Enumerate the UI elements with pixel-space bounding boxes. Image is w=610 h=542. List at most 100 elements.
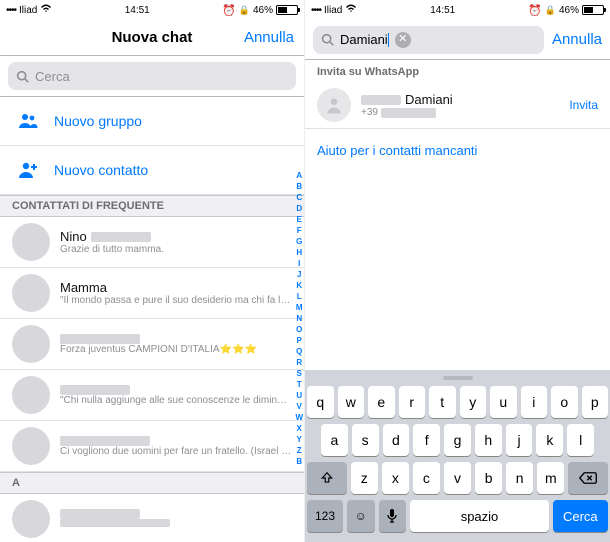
index-letter[interactable]: J bbox=[295, 269, 303, 280]
cancel-button[interactable]: Annulla bbox=[244, 29, 294, 46]
index-letter[interactable]: Y bbox=[295, 434, 303, 445]
key-z[interactable]: z bbox=[351, 462, 378, 494]
help-link[interactable]: Aiuto per i contatti mancanti bbox=[305, 129, 610, 172]
redacted bbox=[361, 95, 401, 105]
key-b[interactable]: b bbox=[475, 462, 502, 494]
key-n[interactable]: n bbox=[506, 462, 533, 494]
numbers-key[interactable]: 123 bbox=[307, 500, 343, 532]
index-letter[interactable]: F bbox=[295, 225, 303, 236]
redacted bbox=[60, 334, 140, 344]
wifi-icon bbox=[345, 4, 357, 16]
key-v[interactable]: v bbox=[444, 462, 471, 494]
index-letter[interactable]: Z bbox=[295, 445, 303, 456]
new-contact-row[interactable]: Nuovo contatto bbox=[0, 146, 304, 195]
key-q[interactable]: q bbox=[307, 386, 334, 418]
index-letter[interactable]: E bbox=[295, 214, 303, 225]
emoji-key[interactable]: ☺ bbox=[347, 500, 375, 532]
index-letter[interactable]: T bbox=[295, 379, 303, 390]
index-letter[interactable]: O bbox=[295, 324, 303, 335]
key-e[interactable]: e bbox=[368, 386, 395, 418]
clock: 14:51 bbox=[125, 5, 150, 16]
index-letter[interactable]: U bbox=[295, 390, 303, 401]
index-letter[interactable]: B bbox=[295, 456, 303, 467]
index-letter[interactable]: D bbox=[295, 203, 303, 214]
signal-dots: •••• bbox=[311, 5, 321, 16]
key-g[interactable]: g bbox=[444, 424, 471, 456]
index-letter[interactable]: G bbox=[295, 236, 303, 247]
status-bar: •••• Iliad 14:51 ⏰ 🔒 46% bbox=[305, 0, 610, 20]
contact-row[interactable]: "Chi nulla aggiunge alle sue conoscenze … bbox=[0, 370, 304, 421]
index-letter[interactable]: L bbox=[295, 291, 303, 302]
index-letter[interactable]: X bbox=[295, 423, 303, 434]
index-letter[interactable]: S bbox=[295, 368, 303, 379]
key-d[interactable]: d bbox=[383, 424, 410, 456]
battery-icon bbox=[582, 5, 604, 15]
frequent-header: CONTATTATI DI FREQUENTE bbox=[0, 195, 304, 217]
redacted bbox=[60, 436, 150, 446]
new-group-row[interactable]: Nuovo gruppo bbox=[0, 97, 304, 146]
key-c[interactable]: c bbox=[413, 462, 440, 494]
invite-row[interactable]: Damiani +39 Invita bbox=[305, 82, 610, 129]
key-j[interactable]: j bbox=[506, 424, 533, 456]
result-surname: Damiani bbox=[405, 92, 453, 107]
avatar bbox=[12, 274, 50, 312]
key-m[interactable]: m bbox=[537, 462, 564, 494]
invite-button[interactable]: Invita bbox=[569, 98, 598, 112]
key-a[interactable]: a bbox=[321, 424, 348, 456]
index-letter[interactable]: M bbox=[295, 302, 303, 313]
key-x[interactable]: x bbox=[382, 462, 409, 494]
key-t[interactable]: t bbox=[429, 386, 456, 418]
contact-row[interactable]: Ci vogliono due uomini per fare un frate… bbox=[0, 421, 304, 472]
key-w[interactable]: w bbox=[338, 386, 365, 418]
redacted bbox=[60, 385, 130, 395]
key-y[interactable]: y bbox=[460, 386, 487, 418]
key-l[interactable]: l bbox=[567, 424, 594, 456]
carrier-label: Iliad bbox=[19, 5, 37, 16]
new-contact-label: Nuovo contatto bbox=[54, 162, 148, 178]
key-r[interactable]: r bbox=[399, 386, 426, 418]
index-letter[interactable]: H bbox=[295, 247, 303, 258]
contact-row[interactable]: Mamma "Il mondo passa e pure il suo desi… bbox=[0, 268, 304, 319]
search-input[interactable]: Damiani bbox=[340, 32, 389, 47]
index-letter[interactable]: B bbox=[295, 181, 303, 192]
index-letter[interactable]: W bbox=[295, 412, 303, 423]
mic-key[interactable] bbox=[379, 500, 407, 532]
keyboard-handle[interactable] bbox=[443, 376, 473, 380]
key-s[interactable]: s bbox=[352, 424, 379, 456]
index-letter[interactable]: K bbox=[295, 280, 303, 291]
index-letter[interactable]: N bbox=[295, 313, 303, 324]
contact-row[interactable]: Forza juventus CAMPIONI D'ITALIA⭐⭐⭐ bbox=[0, 319, 304, 370]
index-letter[interactable]: A bbox=[295, 170, 303, 181]
key-h[interactable]: h bbox=[475, 424, 502, 456]
key-o[interactable]: o bbox=[551, 386, 578, 418]
index-letter[interactable]: C bbox=[295, 192, 303, 203]
contact-row[interactable]: Nino Grazie di tutto mamma. bbox=[0, 217, 304, 268]
section-index[interactable]: ABCDEFGHIJKLMNOPQRSTUVWXYZB bbox=[295, 170, 303, 467]
search-field[interactable]: Damiani ✕ bbox=[313, 26, 544, 54]
index-letter[interactable]: I bbox=[295, 258, 303, 269]
search-key[interactable]: Cerca bbox=[553, 500, 608, 532]
key-f[interactable]: f bbox=[413, 424, 440, 456]
index-letter[interactable]: R bbox=[295, 357, 303, 368]
key-i[interactable]: i bbox=[521, 386, 548, 418]
key-k[interactable]: k bbox=[536, 424, 563, 456]
contact-row[interactable] bbox=[0, 494, 304, 542]
cancel-button[interactable]: Annulla bbox=[552, 31, 602, 48]
shift-key[interactable] bbox=[307, 462, 347, 494]
key-p[interactable]: p bbox=[582, 386, 609, 418]
search-field[interactable] bbox=[8, 62, 296, 90]
search-input[interactable] bbox=[35, 69, 288, 84]
avatar-placeholder-icon bbox=[317, 88, 351, 122]
backspace-key[interactable] bbox=[568, 462, 608, 494]
contact-status: "Il mondo passa e pure il suo desiderio … bbox=[60, 295, 292, 306]
index-letter[interactable]: Q bbox=[295, 346, 303, 357]
avatar bbox=[12, 427, 50, 465]
search-screen: •••• Iliad 14:51 ⏰ 🔒 46% Damiani ✕ Annul… bbox=[305, 0, 610, 542]
clear-icon[interactable]: ✕ bbox=[395, 32, 411, 48]
index-letter[interactable]: P bbox=[295, 335, 303, 346]
nav-bar: Nuova chat Annulla bbox=[0, 20, 304, 56]
key-u[interactable]: u bbox=[490, 386, 517, 418]
search-icon bbox=[16, 70, 29, 83]
index-letter[interactable]: V bbox=[295, 401, 303, 412]
space-key[interactable]: spazio bbox=[410, 500, 548, 532]
